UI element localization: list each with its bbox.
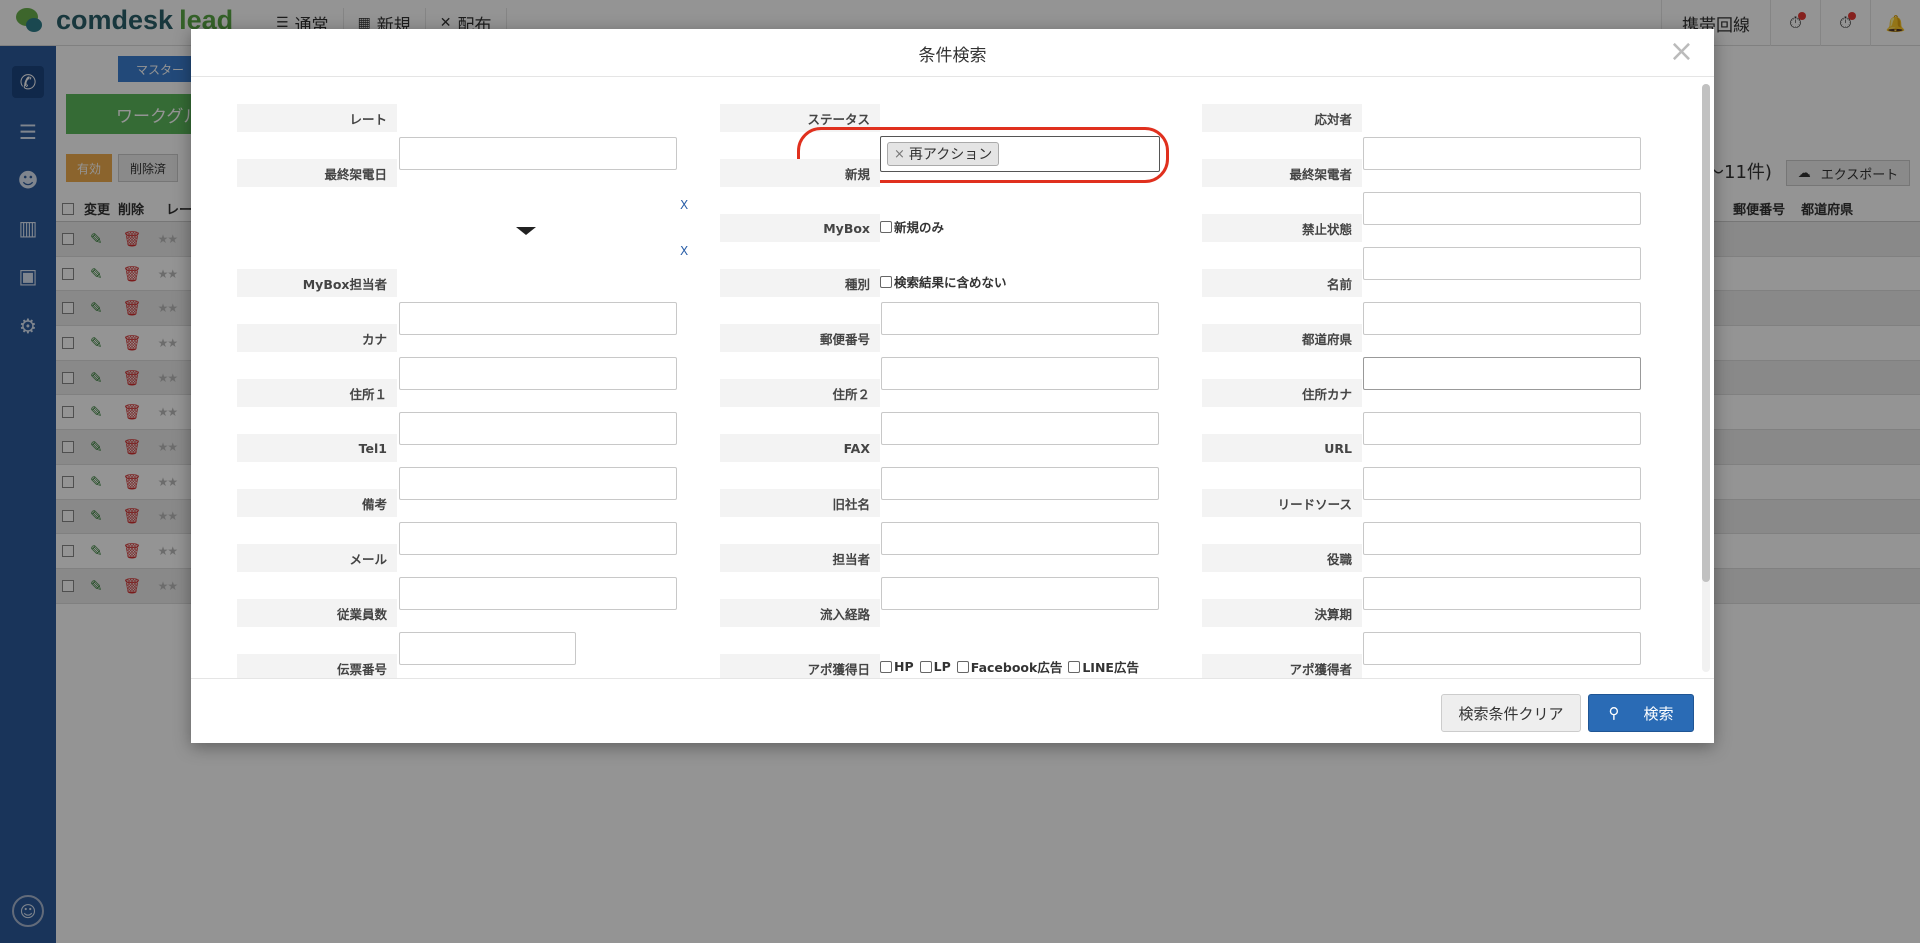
label-tel1: Tel1 — [237, 434, 397, 462]
label-lead-source: リードソース — [1202, 489, 1362, 517]
new-only-option[interactable]: 新規のみ — [880, 217, 944, 236]
remarks-textarea[interactable] — [399, 522, 677, 555]
exclude-option[interactable]: 検索結果に含めない — [880, 272, 1007, 291]
label-inflow-route: 流入経路 — [720, 599, 880, 627]
label-address1: 住所１ — [237, 379, 397, 407]
prefecture-select[interactable] — [1363, 357, 1641, 390]
kana-input[interactable] — [399, 357, 677, 390]
clear-conditions-button[interactable]: 検索条件クリア — [1441, 694, 1581, 732]
label-kana: カナ — [237, 324, 397, 352]
modal-body: レート 最終架電日 X X MyBox担当者 カナ 住所１ Tel1 備考 メー… — [191, 78, 1714, 678]
label-appointment-getter: アポ獲得者 — [1202, 654, 1362, 678]
mybox-owner-input[interactable] — [399, 302, 677, 335]
label-prefecture: 都道府県 — [1202, 324, 1362, 352]
search-icon: ⚲ — [1608, 704, 1620, 722]
clear-date-from[interactable]: X — [680, 198, 688, 212]
tel1-input[interactable] — [399, 467, 677, 500]
label-postal-code: 郵便番号 — [720, 324, 880, 352]
modal-title: 条件検索 — [918, 45, 987, 66]
inflow-route-options: HP LP Facebook広告 LINE広告 — [880, 657, 1145, 676]
route-facebook-checkbox[interactable] — [956, 660, 969, 673]
address-kana-input[interactable] — [1363, 412, 1641, 445]
name-input[interactable] — [1363, 302, 1641, 335]
modal-scrollbar[interactable] — [1702, 84, 1710, 672]
route-line[interactable]: LINE広告 — [1068, 657, 1139, 676]
route-facebook[interactable]: Facebook広告 — [956, 657, 1062, 676]
last-caller-input[interactable] — [1363, 192, 1641, 225]
label-mybox-owner: MyBox担当者 — [237, 269, 397, 297]
fax-input[interactable] — [881, 467, 1159, 500]
exclude-checkbox[interactable] — [880, 275, 892, 288]
label-name: 名前 — [1202, 269, 1362, 297]
clear-date-to[interactable]: X — [680, 244, 688, 258]
route-lp-checkbox[interactable] — [919, 660, 932, 673]
label-new: 新規 — [720, 159, 880, 187]
caret-down-icon[interactable] — [516, 227, 536, 235]
label-address2: 住所２ — [720, 379, 880, 407]
route-hp-checkbox[interactable] — [880, 660, 892, 673]
label-address-kana: 住所カナ — [1202, 379, 1362, 407]
label-position: 役職 — [1202, 544, 1362, 572]
email-input[interactable] — [399, 577, 677, 610]
url-input[interactable] — [1363, 467, 1641, 500]
modal-header: 条件検索 × — [191, 29, 1714, 77]
address2-input[interactable] — [881, 412, 1159, 445]
label-fiscal-period: 決算期 — [1202, 599, 1362, 627]
label-last-call-date: 最終架電日 — [237, 159, 397, 187]
type-input[interactable] — [881, 302, 1159, 335]
label-email: メール — [237, 544, 397, 572]
search-button[interactable]: ⚲ 検索 — [1588, 694, 1694, 732]
label-person-in-charge: 担当者 — [720, 544, 880, 572]
postal-code-input[interactable] — [881, 357, 1159, 390]
old-company-input[interactable] — [881, 522, 1159, 555]
forbidden-status-input[interactable] — [1363, 247, 1641, 280]
label-employees: 従業員数 — [237, 599, 397, 627]
label-fax: FAX — [720, 434, 880, 462]
label-mybox: MyBox — [720, 214, 880, 242]
modal-footer: 検索条件クリア ⚲ 検索 — [191, 678, 1714, 743]
route-line-checkbox[interactable] — [1068, 660, 1081, 673]
search-modal: 条件検索 × レート 最終架電日 X X MyBox担当者 カナ 住所１ Tel… — [191, 29, 1714, 743]
lead-source-input[interactable] — [1363, 522, 1641, 555]
label-slip-number: 伝票番号 — [237, 654, 397, 678]
scrollbar-thumb[interactable] — [1702, 84, 1710, 582]
person-in-charge-input[interactable] — [881, 577, 1159, 610]
new-only-checkbox[interactable] — [880, 220, 892, 233]
fiscal-period-input[interactable] — [1363, 632, 1641, 665]
close-icon[interactable]: × — [1669, 37, 1694, 67]
label-rate: レート — [237, 104, 397, 132]
label-forbidden-status: 禁止状態 — [1202, 214, 1362, 242]
label-appointment-date: アポ獲得日 — [720, 654, 880, 678]
address1-input[interactable] — [399, 412, 677, 445]
route-lp[interactable]: LP — [919, 659, 951, 674]
rate-input[interactable] — [399, 137, 677, 170]
label-type: 種別 — [720, 269, 880, 297]
label-old-company: 旧社名 — [720, 489, 880, 517]
respondent-input[interactable] — [1363, 137, 1641, 170]
label-respondent: 応対者 — [1202, 104, 1362, 132]
label-remarks: 備考 — [237, 489, 397, 517]
route-hp[interactable]: HP — [880, 659, 914, 674]
label-url: URL — [1202, 434, 1362, 462]
label-last-caller: 最終架電者 — [1202, 159, 1362, 187]
position-input[interactable] — [1363, 577, 1641, 610]
employees-input[interactable] — [399, 632, 576, 665]
